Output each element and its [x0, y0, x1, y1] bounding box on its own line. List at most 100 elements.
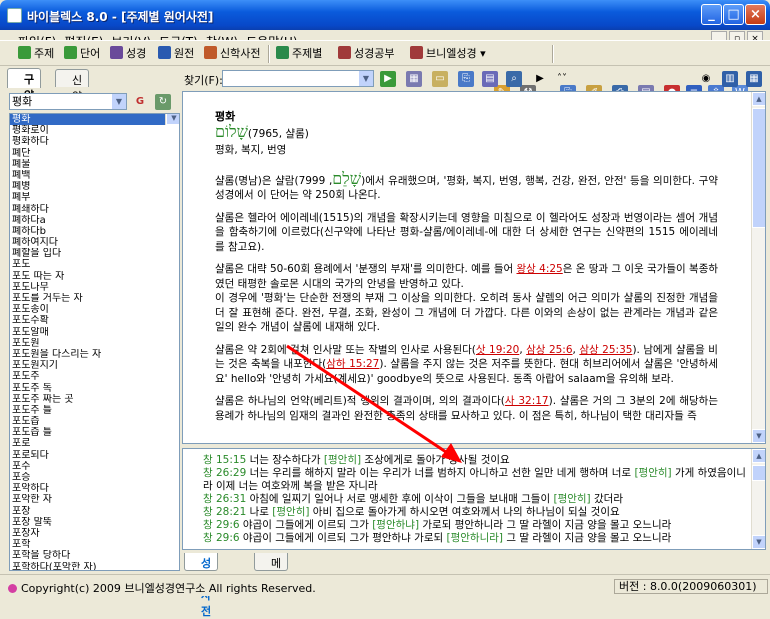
list-item[interactable]: 포도주 독	[10, 383, 179, 394]
list-item[interactable]: 폐물	[10, 159, 179, 170]
list-item[interactable]: 폐백	[10, 170, 179, 181]
list-item[interactable]: 포도즙 틀	[10, 427, 179, 438]
scripture-link[interactable]: 삼상 25:35	[579, 344, 632, 356]
verse-ref[interactable]: 창 26:31	[203, 493, 246, 505]
list-item[interactable]: 포도알매	[10, 327, 179, 338]
word-search-combo[interactable]: 평화 ▼	[9, 93, 127, 110]
chevron-down-icon[interactable]: ▼	[359, 71, 373, 86]
list-item[interactable]: 폐병	[10, 181, 179, 192]
refresh-icon[interactable]: ↻	[155, 94, 171, 110]
chevron-down-icon[interactable]: ▼	[112, 94, 126, 109]
tab-new-testament[interactable]: 신약	[55, 69, 90, 103]
list-item[interactable]: 포도주	[10, 371, 179, 382]
word-button[interactable]: 단어	[64, 45, 100, 63]
list-item[interactable]: 포장자	[10, 528, 179, 539]
list-item[interactable]: 포장 말뚝	[10, 517, 179, 528]
verse-ref[interactable]: 창 29:6	[203, 532, 240, 544]
list-item[interactable]: 폐단	[10, 148, 179, 159]
scripture-link[interactable]: 삼하 15:27	[326, 358, 379, 370]
page-icon[interactable]: ▭	[432, 71, 448, 87]
list-item[interactable]: 폐하여지다	[10, 237, 179, 248]
verse-ref[interactable]: 창 15:15	[203, 454, 246, 466]
list-item[interactable]: 평화로이	[10, 125, 179, 136]
topic-index-button[interactable]: 주제별	[276, 45, 322, 63]
verse-row[interactable]: 창 15:15 너는 장수하다가 [평안히] 조상에게로 돌아가 장사될 것이요	[203, 454, 748, 467]
minimize-button[interactable]: _	[701, 4, 722, 25]
list-item[interactable]: 포도를 거두는 자	[10, 293, 179, 304]
verse-scrollbar[interactable]: ▲ ▼	[751, 449, 765, 549]
list-item[interactable]: 평화	[10, 114, 179, 126]
word-list[interactable]: 평화 평화로이 평화하다 폐단 폐물 폐백 폐병 폐부 폐쇄하다 폐하다a 폐하다b 폐하여지다 폐할을…	[9, 113, 180, 571]
layout-single-icon[interactable]: ▥	[722, 71, 738, 87]
list-item[interactable]: 포도주 짜는 곳	[10, 394, 179, 405]
tab-old-testament[interactable]: 구약	[7, 68, 42, 102]
list-item[interactable]: 포도원	[10, 338, 179, 349]
list-item[interactable]: 평화하다	[10, 136, 179, 147]
scroll-down-icon[interactable]: ▼	[752, 429, 765, 443]
scroll-up-icon[interactable]: ▲	[752, 449, 765, 463]
list-item[interactable]: 포학	[10, 539, 179, 550]
find-next-icon[interactable]: ▶	[380, 71, 396, 87]
list-item[interactable]: 포도원지기	[10, 360, 179, 371]
maximize-button[interactable]: □	[723, 4, 744, 25]
word-list-scrollbar[interactable]: ▲ ▼	[165, 114, 179, 126]
verse-ref[interactable]: 창 26:29	[203, 467, 246, 479]
verse-ref[interactable]: 창 29:6	[203, 519, 240, 531]
list-item[interactable]: 포도송이	[10, 304, 179, 315]
find-options-icon[interactable]: ▦	[406, 71, 422, 87]
list-item[interactable]: 포학을 당하다	[10, 550, 179, 561]
list-item[interactable]: 포도즙	[10, 416, 179, 427]
list-item[interactable]: 포도원을 다스리는 자	[10, 349, 179, 360]
list-item[interactable]: 폐하다b	[10, 226, 179, 237]
list-item[interactable]: 포로되다	[10, 450, 179, 461]
list-item[interactable]: 포학하다(포악한 자)	[10, 562, 179, 571]
list-item[interactable]: 포악한 자	[10, 494, 179, 505]
bible-button[interactable]: 성경	[110, 45, 146, 63]
list-item[interactable]: 폐쇄하다	[10, 204, 179, 215]
find-input[interactable]: ▼	[222, 70, 374, 87]
article-scrollbar[interactable]: ▲ ▼	[751, 92, 765, 443]
tab-concordance[interactable]: 성구사전	[184, 553, 219, 618]
scroll-down-icon[interactable]: ▼	[752, 535, 765, 549]
list-item[interactable]: 포도주 틀	[10, 405, 179, 416]
verse-ref[interactable]: 창 28:21	[203, 506, 246, 518]
eye-icon[interactable]: ◉	[698, 71, 714, 87]
scroll-thumb[interactable]	[752, 108, 765, 228]
verse-row[interactable]: 창 29:6 야곱이 그들에게 이르되 그가 평안하냐 가로되 [평안하니라] …	[203, 532, 748, 545]
scripture-link[interactable]: 사 32:17	[505, 395, 549, 407]
list-item[interactable]: 포도수확	[10, 315, 179, 326]
scripture-link[interactable]: 삿 19:20	[476, 344, 519, 356]
list-item[interactable]: 포도나무	[10, 282, 179, 293]
list-item[interactable]: 포악하다	[10, 483, 179, 494]
scripture-link[interactable]: 삼상 25:6	[526, 344, 572, 356]
list-item[interactable]: 포도 따는 자	[10, 271, 179, 282]
list-item[interactable]: 폐부	[10, 192, 179, 203]
verse-row[interactable]: 창 28:21 나로 [평안히] 아비 집으로 돌아가게 하시오면 여호와께서 …	[203, 506, 748, 519]
play-icon[interactable]: ▶	[532, 71, 548, 87]
list-item[interactable]: 포장	[10, 506, 179, 517]
font-size-icon[interactable]: ˄˅	[554, 71, 570, 87]
scroll-up-icon[interactable]: ▲	[752, 92, 765, 106]
bnv-bible-button[interactable]: 브니엘성경 ▾	[410, 45, 486, 63]
verse-row[interactable]: 창 26:31 아침에 일찌기 일어나 서로 맹세한 후에 이삭이 그들을 보내…	[203, 493, 748, 506]
bible-study-button[interactable]: 성경공부	[338, 45, 394, 63]
scripture-link[interactable]: 왕상 4:25	[517, 263, 563, 275]
list-item[interactable]: 포승	[10, 472, 179, 483]
search-go-icon[interactable]: G	[132, 94, 148, 110]
book-icon[interactable]: ▤	[482, 71, 498, 87]
original-text-button[interactable]: 원전	[158, 45, 194, 63]
topic-button[interactable]: 주제	[18, 45, 54, 63]
list-item[interactable]: 포로	[10, 438, 179, 449]
list-item[interactable]: 폐할을 입다	[10, 248, 179, 259]
theology-dictionary-button[interactable]: 신학사전	[204, 45, 260, 63]
list-item[interactable]: 폐하다a	[10, 215, 179, 226]
list-item[interactable]: 포도	[10, 259, 179, 270]
list-item[interactable]: 포수	[10, 461, 179, 472]
scroll-thumb[interactable]	[752, 465, 765, 481]
verse-row[interactable]: 창 26:29 너는 우리를 해하지 말라 이는 우리가 너를 범하지 아니하고…	[203, 467, 748, 493]
layout-split-icon[interactable]: ▦	[746, 71, 762, 87]
scroll-down-icon[interactable]: ▼	[166, 114, 179, 126]
verse-row[interactable]: 창 29:6 야곱이 그들에게 이르되 그가 [평안하냐] 가로되 평안하니라 …	[203, 519, 748, 532]
close-button[interactable]: ×	[745, 4, 766, 25]
copy-text-icon[interactable]: ⎘	[458, 71, 474, 87]
